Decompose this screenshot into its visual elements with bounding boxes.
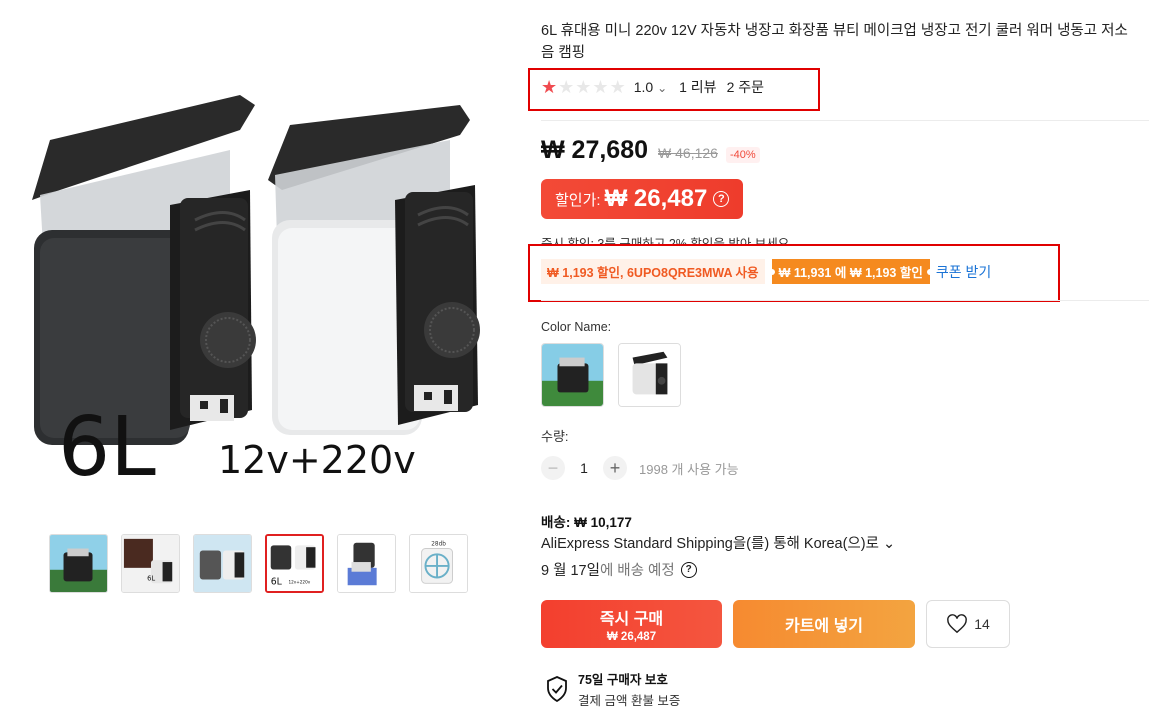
color-swatches	[541, 343, 681, 407]
threshold-coupon-chip[interactable]: ₩ 11,931 에 ₩ 1,193 할인	[771, 259, 930, 284]
product-title: 6L 휴대용 미니 220v 12V 자동차 냉장고 화장품 뷰티 메이크업 냉…	[541, 23, 1128, 61]
star-icon-empty: ★	[609, 77, 626, 97]
black-fridge-illustration	[32, 95, 256, 445]
buy-now-button[interactable]: 즉시 구매 ₩ 26,487	[541, 600, 722, 648]
thumbnail-4-active[interactable]: 6L 12v+220v	[265, 534, 324, 593]
coupon-row: ₩ 1,193 할인, 6UPO8QRE3MWA 사용 ₩ 11,931 에 ₩…	[541, 259, 991, 284]
wishlist-count: 14	[974, 616, 990, 632]
color-option-green-scene[interactable]	[541, 343, 604, 407]
thumb6-label: 28db	[431, 542, 446, 548]
thumbnail-1[interactable]	[49, 534, 108, 593]
thumbnail-3[interactable]	[193, 534, 252, 593]
sale-price-pill: 할인가: ₩ 26,487 ?	[541, 179, 744, 219]
thumb4-label: 6L	[271, 576, 283, 587]
wishlist-button[interactable]: 14	[926, 600, 1010, 648]
delivery-date: 9 월 17일	[541, 563, 600, 579]
color-label: Color Name:	[541, 320, 612, 334]
star-rating: ★ ★ ★ ★ ★	[541, 78, 626, 96]
discount-badge: -40%	[725, 147, 760, 163]
help-icon[interactable]: ?	[680, 561, 697, 578]
buy-now-price: ₩ 26,487	[606, 631, 657, 643]
original-price: ₩ 46,126	[658, 145, 718, 161]
sale-price-label: 할인가:	[555, 191, 601, 209]
thumb4-sublabel: 12v+220v	[288, 580, 310, 585]
thumb2-label: 6L	[147, 574, 155, 582]
protection-title: 75일 구매자 보호	[578, 673, 668, 687]
price-row: ₩ 27,680 ₩ 46,126 -40%	[541, 136, 760, 165]
add-to-cart-button[interactable]: 카트에 넣기	[733, 600, 915, 648]
quantity-decrement-button[interactable]: −	[541, 456, 565, 480]
star-icon-empty: ★	[592, 77, 609, 97]
delivery-estimate: 9 월 17일 에 배송 예정 ?	[541, 559, 697, 580]
thumbnail-strip: 6L 6L 12v+220v 28db	[49, 534, 468, 593]
thumbnail-5[interactable]	[337, 534, 396, 593]
main-product-image[interactable]: 6L 12v+220v	[20, 80, 500, 500]
order-count: 2 주문	[726, 79, 764, 95]
delivery-date-suffix: 에 배송 예정	[599, 563, 675, 579]
shipping-price: 배송: ₩ 10,177	[541, 515, 632, 530]
product-gallery: 6L 12v+220v 6L 6L 12v+220v 28db	[0, 0, 520, 724]
divider	[541, 300, 1149, 301]
rating-row[interactable]: ★ ★ ★ ★ ★ 1.0 ⌄ 1 리뷰 2 주문	[541, 77, 764, 97]
star-icon-empty: ★	[558, 77, 575, 97]
quantity-stepper: − 1 + 1998 개 사용 가능	[541, 456, 739, 480]
shipping-method[interactable]: AliExpress Standard Shipping을(를) 통해 Kore…	[541, 532, 895, 553]
thumbnail-2[interactable]: 6L	[121, 534, 180, 593]
star-icon-empty: ★	[575, 77, 592, 97]
coupon-code-chip[interactable]: ₩ 1,193 할인, 6UPO8QRE3MWA 사용	[541, 259, 765, 284]
chevron-down-icon: ⌄	[657, 81, 668, 95]
buy-now-label: 즉시 구매	[599, 611, 664, 628]
image-caption-small: 12v+220v	[218, 438, 416, 482]
buyer-protection: 75일 구매자 보호 결제 금액 환불 보증	[546, 669, 680, 709]
shield-check-icon	[547, 676, 567, 702]
star-icon-filled: ★	[541, 77, 558, 97]
quantity-label: 수량:	[541, 429, 569, 444]
protection-subtitle: 결제 금액 환불 보증	[578, 694, 681, 708]
rating-score[interactable]: 1.0 ⌄	[634, 79, 667, 95]
heart-icon	[947, 614, 968, 634]
sale-price-amount: ₩ 26,487	[604, 185, 708, 212]
current-price: ₩ 27,680	[541, 136, 649, 164]
color-option-white[interactable]	[618, 343, 681, 407]
quantity-input[interactable]: 1	[565, 460, 603, 476]
divider	[541, 120, 1149, 121]
image-caption-big: 6L	[58, 400, 156, 495]
quantity-increment-button[interactable]: +	[603, 456, 627, 480]
white-fridge-illustration	[268, 105, 480, 435]
quantity-available: 1998 개 사용 가능	[639, 461, 739, 477]
help-icon[interactable]: ?	[713, 191, 730, 207]
get-coupon-link[interactable]: 쿠폰 받기	[936, 262, 991, 282]
thumbnail-6[interactable]: 28db	[409, 534, 468, 593]
review-count[interactable]: 1 리뷰	[679, 77, 716, 97]
